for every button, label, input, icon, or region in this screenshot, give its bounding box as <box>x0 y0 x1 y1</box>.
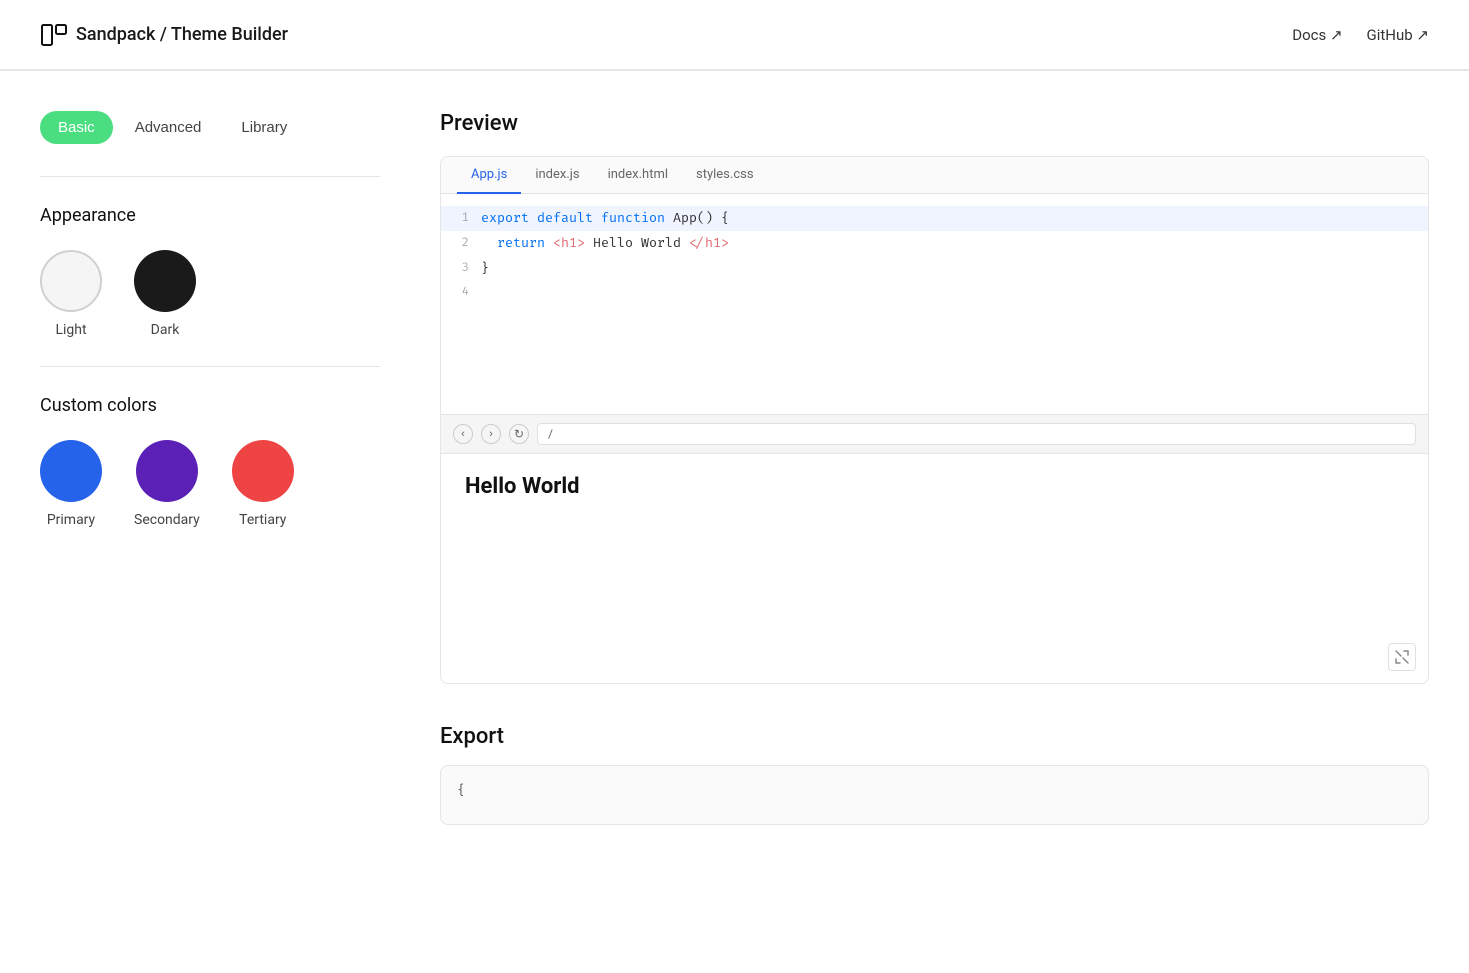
custom-colors-section: Custom colors Primary Secondary Tertiary <box>40 395 380 528</box>
secondary-circle[interactable] <box>136 440 198 502</box>
docs-link[interactable]: Docs ↗ <box>1292 26 1342 44</box>
color-secondary[interactable]: Secondary <box>134 440 200 528</box>
forward-button[interactable]: › <box>481 424 501 444</box>
appearance-dark[interactable]: Dark <box>134 250 196 338</box>
sandpack-logo-icon <box>40 21 68 49</box>
expand-button[interactable] <box>1388 643 1416 671</box>
preview-output: Hello World <box>441 453 1428 683</box>
code-editor: 1 export default function App() { 2 retu… <box>441 194 1428 414</box>
dark-label: Dark <box>151 322 180 338</box>
secondary-label: Secondary <box>134 512 200 528</box>
code-line-1: 1 export default function App() { <box>441 206 1428 231</box>
code-preview-box: App.js index.js index.html styles.css 1 … <box>440 156 1429 684</box>
logo: Sandpack / Theme Builder <box>40 21 288 49</box>
export-title: Export <box>440 724 1429 749</box>
custom-colors-title: Custom colors <box>40 395 380 416</box>
file-tab-indexjs[interactable]: index.js <box>521 157 593 194</box>
custom-colors-row: Primary Secondary Tertiary <box>40 440 380 528</box>
back-button[interactable]: ‹ <box>453 424 473 444</box>
export-code-box: { <box>440 765 1429 825</box>
appearance-options: Light Dark <box>40 250 380 338</box>
tab-bar: Basic Advanced Library <box>40 111 380 144</box>
tab-basic[interactable]: Basic <box>40 111 113 144</box>
file-tabs: App.js index.js index.html styles.css <box>441 157 1428 194</box>
colors-divider <box>40 366 380 367</box>
primary-label: Primary <box>47 512 95 528</box>
url-bar[interactable]: / <box>537 423 1416 445</box>
code-line-3: 3 } <box>441 256 1428 281</box>
file-tab-indexhtml[interactable]: index.html <box>594 157 682 194</box>
file-tab-appjs[interactable]: App.js <box>457 157 521 194</box>
code-line-2: 2 return <h1> Hello World </h1> <box>441 231 1428 256</box>
code-line-4: 4 <box>441 280 1428 305</box>
header-nav: Docs ↗ GitHub ↗ <box>1292 26 1429 44</box>
right-panel: Preview App.js index.js index.html style… <box>440 111 1429 825</box>
reload-button[interactable]: ↻ <box>509 424 529 444</box>
tertiary-label: Tertiary <box>239 512 286 528</box>
main-content: Basic Advanced Library Appearance Light … <box>0 71 1469 865</box>
preview-title: Preview <box>440 111 1429 136</box>
tertiary-circle[interactable] <box>232 440 294 502</box>
color-primary[interactable]: Primary <box>40 440 102 528</box>
light-label: Light <box>55 322 86 338</box>
expand-icon <box>1395 650 1409 664</box>
appearance-light[interactable]: Light <box>40 250 102 338</box>
header: Sandpack / Theme Builder Docs ↗ GitHub ↗ <box>0 0 1469 70</box>
color-tertiary[interactable]: Tertiary <box>232 440 294 528</box>
tab-library[interactable]: Library <box>223 111 305 144</box>
appearance-section: Appearance Light Dark <box>40 205 380 338</box>
github-link[interactable]: GitHub ↗ <box>1367 26 1429 44</box>
app-title: Sandpack / Theme Builder <box>76 24 288 45</box>
appearance-divider <box>40 176 380 177</box>
export-section: Export { <box>440 724 1429 825</box>
tab-advanced[interactable]: Advanced <box>117 111 220 144</box>
appearance-title: Appearance <box>40 205 380 226</box>
hello-world-heading: Hello World <box>465 474 1404 499</box>
file-tab-stylescss[interactable]: styles.css <box>682 157 768 194</box>
primary-circle[interactable] <box>40 440 102 502</box>
light-circle[interactable] <box>40 250 102 312</box>
left-panel: Basic Advanced Library Appearance Light … <box>40 111 380 825</box>
dark-circle[interactable] <box>134 250 196 312</box>
browser-bar: ‹ › ↻ / <box>441 414 1428 453</box>
